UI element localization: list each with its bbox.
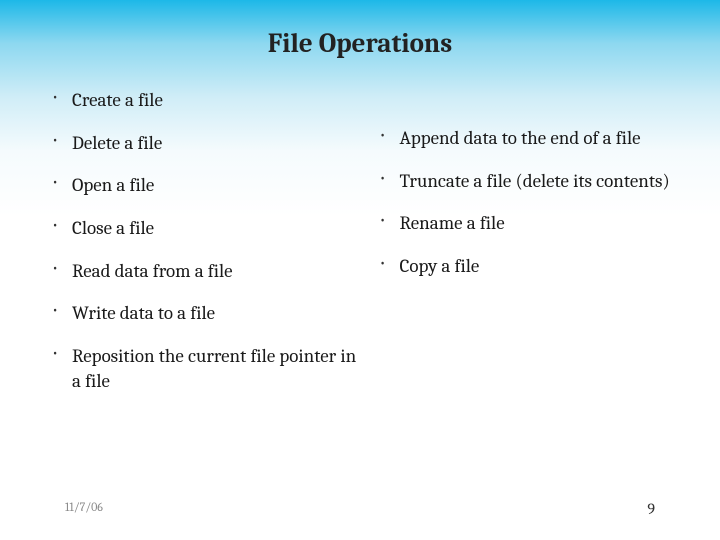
slide-footer: 11/7/06 9 bbox=[0, 500, 720, 518]
list-item: Write data to a file bbox=[50, 292, 358, 335]
left-column: Create a file Delete a file Open a file … bbox=[50, 79, 358, 403]
list-item: Append data to the end of a file bbox=[378, 117, 686, 160]
list-item: Reposition the current file pointer in a… bbox=[50, 335, 358, 402]
list-item: Truncate a file (delete its contents) bbox=[378, 160, 686, 203]
list-item: Copy a file bbox=[378, 245, 686, 288]
list-item: Create a file bbox=[50, 79, 358, 122]
list-item: Open a file bbox=[50, 164, 358, 207]
slide-content: Create a file Delete a file Open a file … bbox=[0, 79, 720, 403]
right-column: Append data to the end of a file Truncat… bbox=[378, 79, 686, 403]
left-list: Create a file Delete a file Open a file … bbox=[50, 79, 358, 403]
list-item: Close a file bbox=[50, 207, 358, 250]
page-number: 9 bbox=[647, 500, 655, 518]
right-list: Append data to the end of a file Truncat… bbox=[378, 117, 686, 288]
list-item: Delete a file bbox=[50, 122, 358, 165]
list-item: Read data from a file bbox=[50, 250, 358, 293]
footer-date: 11/7/06 bbox=[65, 500, 103, 518]
list-item: Rename a file bbox=[378, 202, 686, 245]
slide-title: File Operations bbox=[0, 0, 720, 79]
